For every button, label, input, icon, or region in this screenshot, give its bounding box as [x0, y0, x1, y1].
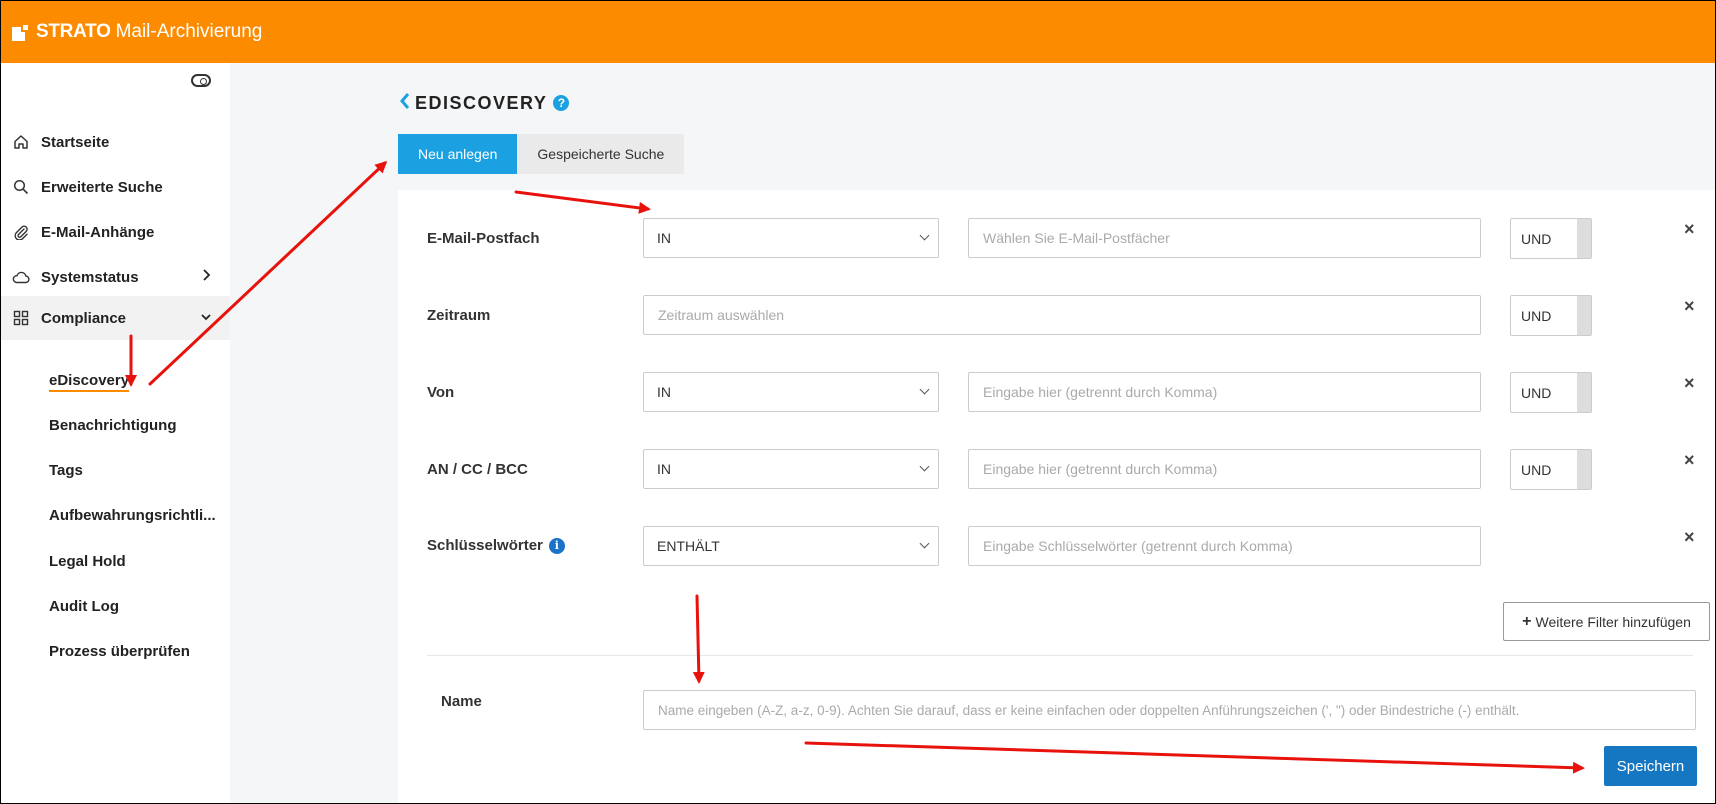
filter-label-von: Von: [427, 384, 455, 401]
recipients-input[interactable]: Eingabe hier (getrennt durch Komma): [968, 449, 1481, 489]
sidebar-item-label: Erweiterte Suche: [41, 178, 163, 196]
sidebar-item-erweiterte-suche[interactable]: Erweiterte Suche: [1, 167, 230, 207]
logic-value: UND: [1521, 461, 1552, 478]
remove-filter-recipients-icon[interactable]: ×: [1684, 451, 1695, 469]
sidebar-subitem-audit-log[interactable]: Audit Log: [49, 598, 119, 615]
keywords-input[interactable]: Eingabe Schlüsselwörter (getrennt durch …: [968, 526, 1481, 566]
tab-gespeicherte-suche[interactable]: Gespeicherte Suche: [517, 134, 685, 174]
remove-filter-mailbox-icon[interactable]: ×: [1684, 220, 1695, 238]
select-value: IN: [657, 384, 671, 400]
info-icon[interactable]: i: [548, 537, 565, 554]
chevron-right-icon: [202, 268, 212, 285]
sidebar-subitem-legal-hold[interactable]: Legal Hold: [49, 553, 126, 570]
zeitraum-input[interactable]: Zeitraum auswählen: [643, 295, 1481, 335]
von-input[interactable]: Eingabe hier (getrennt durch Komma): [968, 372, 1481, 412]
chevron-down-icon: [200, 309, 212, 325]
top-bar: STRATO Mail-Archivierung: [1, 1, 1715, 63]
page-title-text: EDISCOVERY: [415, 92, 548, 113]
remove-filter-zeitraum-icon[interactable]: ×: [1684, 297, 1695, 315]
search-icon: [12, 178, 30, 196]
name-label: Name: [441, 693, 482, 710]
select-value: IN: [657, 461, 671, 477]
strato-logo-icon: [12, 23, 30, 41]
von-logic-toggle[interactable]: UND: [1510, 372, 1592, 413]
chevron-down-icon: [919, 461, 930, 472]
help-icon[interactable]: ?: [553, 95, 570, 111]
sidebar-item-label: Compliance: [41, 309, 127, 327]
paperclip-icon: [12, 223, 30, 241]
sidebar: Startseite Erweiterte Suche E-Mail-Anhän…: [1, 63, 230, 803]
chevron-down-icon: [919, 384, 930, 395]
select-value: IN: [657, 230, 671, 246]
sidebar-item-label: E-Mail-Anhänge: [41, 223, 155, 241]
tab-bar: Neu anlegen Gespeicherte Suche: [398, 134, 685, 174]
sidebar-item-label: Startseite: [41, 133, 110, 151]
mailbox-input[interactable]: Wählen Sie E-Mail-Postfächer: [968, 218, 1481, 258]
sidebar-subitem-tags[interactable]: Tags: [49, 462, 83, 479]
toggle-handle: [1577, 296, 1591, 335]
toggle-handle: [1577, 373, 1591, 412]
chevron-down-icon: [919, 230, 930, 241]
sidebar-item-compliance[interactable]: Compliance: [1, 296, 230, 340]
von-operator-select[interactable]: IN: [643, 372, 939, 412]
remove-filter-von-icon[interactable]: ×: [1684, 374, 1695, 392]
sidebar-item-systemstatus[interactable]: Systemstatus: [1, 257, 230, 297]
chevron-down-icon: [919, 538, 930, 549]
add-filter-label: Weitere Filter hinzufügen: [1535, 613, 1691, 630]
sidebar-subitem-benachrichtigung[interactable]: Benachrichtigung: [49, 417, 177, 434]
toggle-handle: [1577, 219, 1591, 258]
cloud-icon: [12, 268, 30, 286]
keywords-operator-select[interactable]: ENTHÄLT: [643, 526, 939, 566]
grid-icon: [12, 309, 30, 327]
logic-value: UND: [1521, 384, 1552, 401]
mailbox-operator-select[interactable]: IN: [643, 218, 939, 258]
back-chevron-icon[interactable]: [399, 92, 411, 114]
filter-label-mailbox: E-Mail-Postfach: [427, 230, 540, 247]
filter-label-zeitraum: Zeitraum: [427, 307, 491, 324]
divider: [427, 655, 1693, 656]
remove-filter-keywords-icon[interactable]: ×: [1684, 528, 1695, 546]
sidebar-item-label: Systemstatus: [41, 268, 139, 286]
zeitraum-logic-toggle[interactable]: UND: [1510, 295, 1592, 336]
logic-value: UND: [1521, 230, 1552, 247]
toggle-handle: [1577, 450, 1591, 489]
name-input[interactable]: Name eingeben (A-Z, a-z, 0-9). Achten Si…: [643, 690, 1696, 730]
save-button[interactable]: Speichern: [1604, 746, 1697, 786]
keywords-label-text: Schlüsselwörter: [427, 537, 543, 554]
recipients-operator-select[interactable]: IN: [643, 449, 939, 489]
logic-value: UND: [1521, 307, 1552, 324]
filter-label-keywords: Schlüsselwörter i: [427, 537, 565, 554]
filter-label-recipients: AN / CC / BCC: [427, 461, 528, 478]
app-window: STRATO Mail-Archivierung Startseite Erwe…: [1, 1, 1715, 803]
sidebar-subitem-prozess-ueberpruefen[interactable]: Prozess überprüfen: [49, 643, 190, 660]
mailbox-logic-toggle[interactable]: UND: [1510, 218, 1592, 259]
tab-neu-anlegen[interactable]: Neu anlegen: [398, 134, 518, 174]
sidebar-toggle-icon[interactable]: [191, 74, 211, 87]
product-name: Mail-Archivierung: [115, 21, 263, 42]
recipients-logic-toggle[interactable]: UND: [1510, 449, 1592, 490]
sidebar-item-email-anhaenge[interactable]: E-Mail-Anhänge: [1, 212, 230, 252]
add-filter-button[interactable]: + Weitere Filter hinzufügen: [1503, 602, 1710, 641]
page-title: EDISCOVERY ?: [399, 92, 570, 114]
sidebar-subitem-ediscovery[interactable]: eDiscovery: [49, 372, 130, 392]
plus-icon: +: [1522, 612, 1532, 630]
sidebar-subitem-aufbewahrungsrichtlinien[interactable]: Aufbewahrungsrichtli...: [49, 507, 216, 524]
sidebar-item-startseite[interactable]: Startseite: [1, 122, 230, 162]
select-value: ENTHÄLT: [657, 538, 720, 554]
brand-name[interactable]: STRATO: [36, 21, 111, 43]
home-icon: [12, 133, 30, 151]
